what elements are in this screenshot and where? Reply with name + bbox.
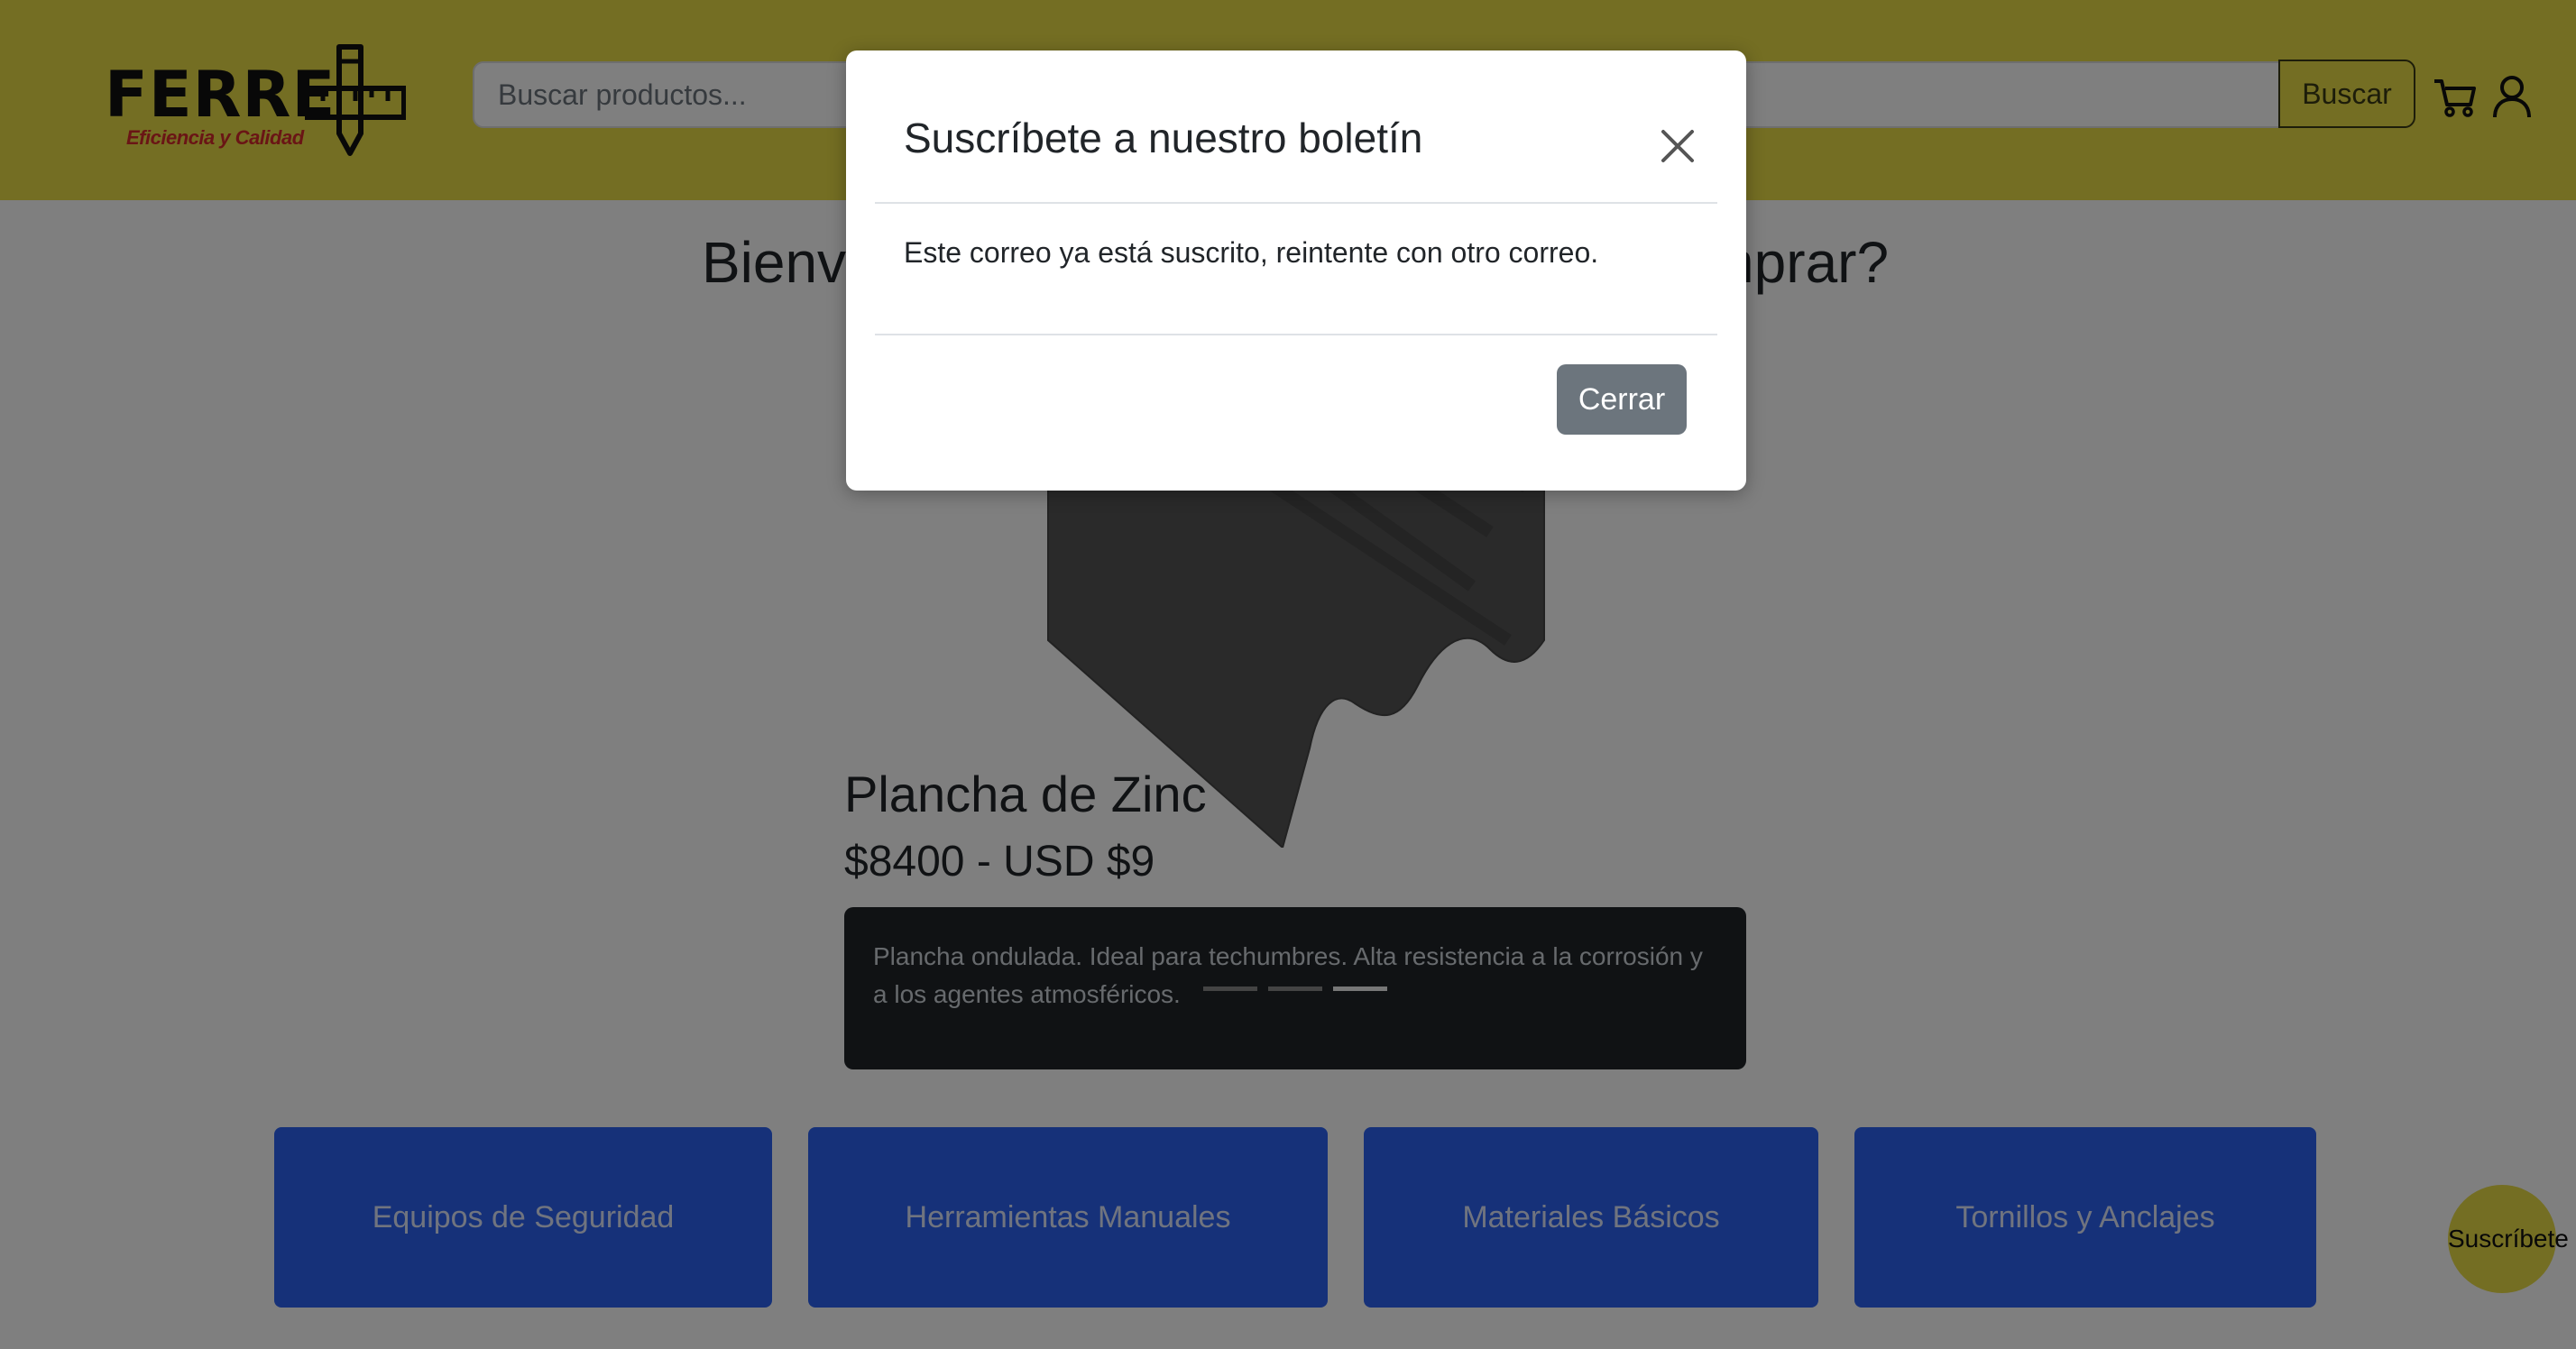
close-icon[interactable] [1651, 119, 1705, 173]
close-modal-button[interactable]: Cerrar [1557, 364, 1687, 435]
modal-message: Este correo ya está suscrito, reintente … [904, 236, 1599, 269]
modal-title: Suscríbete a nuestro boletín [904, 115, 1423, 161]
modal-header-divider [875, 202, 1717, 204]
newsletter-modal: Suscríbete a nuestro boletín Este correo… [846, 50, 1746, 491]
modal-footer-divider [875, 334, 1717, 335]
